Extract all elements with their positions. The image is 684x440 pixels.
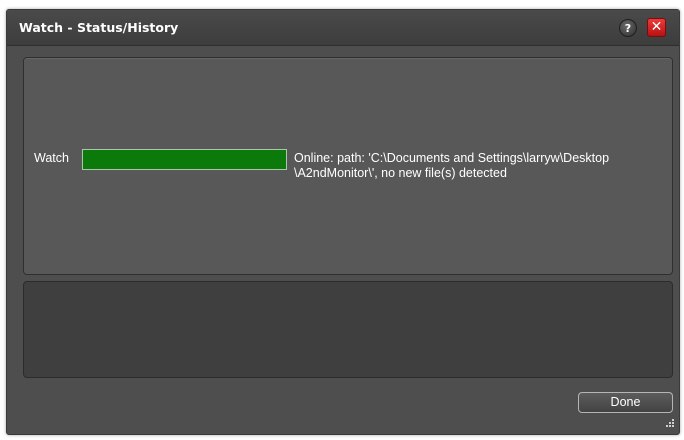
watch-status-text: Online: path: 'C:\Documents and Settings…	[294, 151, 610, 180]
watch-status-panel: Watch Online: path: 'C:\Documents and Se…	[23, 57, 673, 275]
resize-grip-icon[interactable]	[663, 418, 675, 430]
done-button[interactable]: Done	[578, 392, 673, 413]
title-bar[interactable]: Watch - Status/History ? ✕	[7, 10, 679, 46]
watch-status-indicator	[82, 149, 287, 170]
watch-status-dialog: Watch - Status/History ? ✕ Watch Online:…	[6, 9, 680, 435]
question-mark-icon: ?	[624, 22, 632, 35]
watch-label: Watch	[34, 151, 69, 165]
history-panel[interactable]	[23, 281, 673, 378]
help-button[interactable]: ?	[619, 19, 637, 37]
close-icon: ✕	[650, 19, 663, 35]
dialog-title: Watch - Status/History	[19, 20, 179, 35]
close-button[interactable]: ✕	[647, 18, 666, 37]
